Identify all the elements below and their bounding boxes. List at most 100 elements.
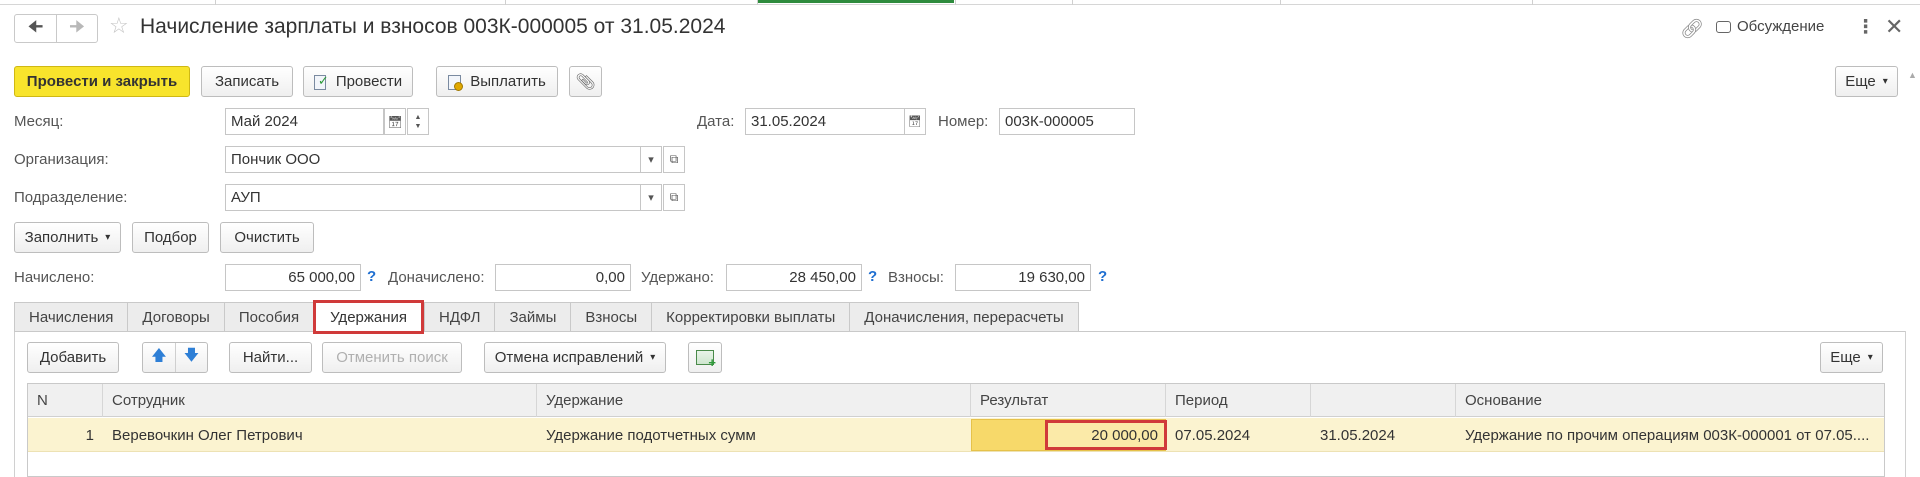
- paperclip-icon: 📎︎: [575, 73, 596, 91]
- chevron-down-icon: ▾: [105, 232, 111, 243]
- spin-down-icon: ▼: [414, 122, 422, 130]
- deductions-table: N Сотрудник Удержание Результат Период О…: [27, 383, 1885, 477]
- fill-button-label: Заполнить: [24, 229, 99, 246]
- post-button[interactable]: ✓ Провести: [303, 66, 413, 97]
- tab-accruals[interactable]: Начисления: [14, 302, 128, 332]
- active-window-tab[interactable]: [758, 0, 954, 3]
- number-value: 003К-000005: [1005, 113, 1094, 130]
- table-add-icon: [696, 350, 716, 370]
- move-down-button[interactable]: 🡇: [175, 343, 207, 372]
- cell-basis[interactable]: Удержание по прочим операциям 003К-00000…: [1456, 418, 1884, 452]
- post-document-icon: ✓: [313, 73, 329, 90]
- cell-period-start[interactable]: 07.05.2024: [1166, 418, 1311, 452]
- column-header-period-end[interactable]: [1311, 384, 1456, 417]
- clear-button[interactable]: Очистить: [220, 222, 314, 253]
- date-calendar-button[interactable]: 📅︎: [904, 109, 925, 134]
- arrow-right-icon: 🠊: [69, 17, 85, 36]
- find-button[interactable]: Найти...: [229, 342, 312, 373]
- save-button[interactable]: Записать: [201, 66, 293, 97]
- accrued-field: 65 000,00: [225, 264, 361, 291]
- organization-field[interactable]: Пончик ООО ▾: [225, 146, 662, 173]
- organization-dropdown-button[interactable]: ▾: [640, 147, 661, 172]
- pay-button[interactable]: Выплатить: [436, 66, 558, 97]
- department-dropdown-button[interactable]: ▾: [640, 185, 661, 210]
- cell-result[interactable]: 20 000,00: [1045, 420, 1167, 450]
- column-header-result[interactable]: Результат: [971, 384, 1166, 417]
- move-up-button[interactable]: 🡅: [143, 343, 175, 372]
- post-and-close-button[interactable]: Провести и закрыть: [14, 66, 190, 97]
- help-icon[interactable]: ?: [367, 268, 376, 285]
- add-button[interactable]: Добавить: [27, 342, 119, 373]
- open-icon: ⧉: [669, 152, 679, 166]
- department-value: АУП: [231, 189, 261, 206]
- table-more-label: Еще: [1830, 349, 1861, 366]
- column-header-period[interactable]: Период: [1166, 384, 1311, 417]
- star-icon[interactable]: ☆: [109, 13, 129, 39]
- undo-corrections-button[interactable]: Отмена исправлений ▾: [484, 342, 666, 373]
- calendar-button[interactable]: 📅︎: [384, 108, 406, 135]
- fill-button[interactable]: Заполнить ▾: [14, 222, 121, 253]
- cell-employee[interactable]: Веревочкин Олег Петрович: [103, 418, 537, 452]
- date-value: 31.05.2024: [751, 113, 827, 130]
- link-icon[interactable]: 🔗︎: [1680, 17, 1704, 41]
- back-button[interactable]: 🠈: [15, 15, 56, 42]
- department-open-button[interactable]: ⧉: [663, 184, 685, 211]
- window-tab-strip: [0, 0, 1920, 5]
- cell-period-end[interactable]: 31.05.2024: [1311, 418, 1456, 452]
- month-stepper[interactable]: ▲ ▼: [407, 108, 429, 135]
- navigation-buttons: 🠈 🠊: [14, 14, 98, 43]
- tab-contributions[interactable]: Взносы: [570, 302, 652, 332]
- spin-up-icon: ▲: [414, 113, 422, 121]
- tab-income-tax[interactable]: НДФЛ: [424, 302, 495, 332]
- extra-accrued-field: 0,00: [495, 264, 631, 291]
- cancel-search-button[interactable]: Отменить поиск: [322, 342, 462, 373]
- tab-payment-corrections[interactable]: Корректировки выплаты: [651, 302, 850, 332]
- attach-button[interactable]: 📎︎: [569, 66, 602, 97]
- help-icon[interactable]: ?: [868, 268, 877, 285]
- month-field[interactable]: Май 2024: [225, 108, 384, 135]
- close-icon[interactable]: ✕: [1885, 14, 1903, 40]
- help-icon[interactable]: ?: [1098, 268, 1107, 285]
- date-field[interactable]: 31.05.2024 📅︎: [745, 108, 926, 135]
- column-header-basis[interactable]: Основание: [1456, 384, 1884, 417]
- number-label: Номер:: [938, 113, 989, 130]
- scroll-up-icon[interactable]: ▲: [1908, 70, 1917, 80]
- arrow-down-icon: 🡇: [183, 347, 200, 364]
- accrued-label: Начислено:: [14, 269, 95, 286]
- table-more-button[interactable]: Еще ▾: [1820, 342, 1883, 373]
- column-header-deduction[interactable]: Удержание: [537, 384, 971, 417]
- more-vert-icon[interactable]: ⋮: [1856, 16, 1875, 39]
- month-label: Месяц:: [14, 113, 64, 130]
- tab-recalculations[interactable]: Доначисления, перерасчеты: [849, 302, 1079, 332]
- tab-contracts[interactable]: Договоры: [127, 302, 224, 332]
- tab-loans[interactable]: Займы: [494, 302, 571, 332]
- move-buttons: 🡅 🡇: [142, 342, 208, 373]
- tab-deductions[interactable]: Удержания: [313, 300, 425, 334]
- table-row[interactable]: 1 Веревочкин Олег Петрович Удержание под…: [28, 418, 1884, 452]
- add-row-table-button[interactable]: [688, 342, 722, 373]
- withheld-label: Удержано:: [641, 269, 714, 286]
- chat-icon: [1716, 20, 1731, 33]
- cell-deduction[interactable]: Удержание подотчетных сумм: [537, 418, 971, 452]
- discussion-label: Обсуждение: [1737, 18, 1825, 35]
- more-button[interactable]: Еще ▾: [1835, 66, 1898, 97]
- number-field[interactable]: 003К-000005: [999, 108, 1135, 135]
- forward-button[interactable]: 🠊: [55, 15, 97, 42]
- column-header-employee[interactable]: Сотрудник: [103, 384, 537, 417]
- post-button-label: Провести: [335, 73, 403, 90]
- arrow-left-icon: 🠈: [27, 17, 44, 36]
- department-field[interactable]: АУП ▾: [225, 184, 662, 211]
- organization-value: Пончик ООО: [231, 151, 321, 168]
- calendar-icon: 📅︎: [908, 116, 922, 128]
- organization-open-button[interactable]: ⧉: [663, 146, 685, 173]
- tab-benefits[interactable]: Пособия: [223, 302, 314, 332]
- column-header-n[interactable]: N: [28, 384, 103, 417]
- undo-corrections-label: Отмена исправлений: [494, 349, 644, 366]
- chevron-down-icon: ▾: [1882, 76, 1888, 87]
- chevron-down-icon: ▾: [648, 192, 654, 204]
- department-label: Подразделение:: [14, 189, 128, 206]
- calendar-icon: 📅︎: [387, 114, 403, 129]
- pay-button-label: Выплатить: [470, 73, 546, 90]
- pick-button[interactable]: Подбор: [132, 222, 209, 253]
- discussion-button[interactable]: Обсуждение: [1716, 18, 1824, 35]
